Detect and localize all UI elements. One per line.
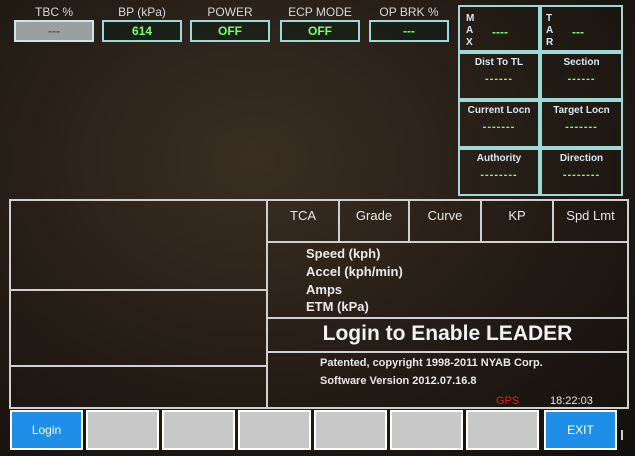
amps-label: Amps (306, 282, 343, 297)
clock-time: 18:22:03 (550, 395, 593, 407)
direction-value: -------- (562, 169, 601, 181)
header-grade: Grade (340, 201, 410, 241)
gauge-value: --- (14, 20, 94, 42)
max-label: MAX (466, 13, 475, 48)
gauge-power: POWER OFF (190, 4, 270, 42)
target-locn-box: Target Locn ------- (540, 100, 623, 148)
header-kp: KP (482, 201, 554, 241)
max-value: ---- (492, 25, 508, 39)
readouts-panel: Speed (kph) Accel (kph/min) Amps ETM (kP… (266, 241, 629, 319)
softkey-4[interactable] (238, 410, 311, 450)
left-panel-top (9, 199, 268, 291)
gauge-label: TBC % (34, 5, 73, 19)
gauge-ecp-mode: ECP MODE OFF (280, 4, 360, 42)
current-locn-box: Current Locn ------- (458, 100, 540, 148)
header-tca: TCA (268, 201, 340, 241)
etm-label: ETM (kPa) (306, 299, 369, 314)
softkey-6[interactable] (390, 410, 463, 450)
accel-label: Accel (kph/min) (306, 264, 403, 279)
gauge-value: 614 (102, 20, 182, 42)
tar-box: TAR --- (540, 5, 623, 52)
authority-value: -------- (480, 169, 518, 181)
software-version: Software Version 2012.07.16.8 (320, 375, 477, 387)
gps-status: GPS (496, 395, 520, 407)
dist-to-tl-title: Dist To TL (474, 57, 524, 68)
copyright-panel: Patented, copyright 1998-2011 NYAB Corp.… (266, 351, 629, 409)
gauge-label: ECP MODE (288, 5, 352, 19)
dist-to-tl-value: ------ (485, 73, 513, 85)
login-button[interactable]: Login (10, 410, 83, 450)
header-curve: Curve (410, 201, 482, 241)
section-value: ------ (567, 73, 596, 85)
gauge-value: OFF (280, 20, 360, 42)
gauge-label: POWER (207, 5, 253, 19)
authority-box: Authority -------- (458, 148, 540, 196)
tar-label: TAR (546, 13, 554, 48)
gauge-label: OP BRK % (379, 5, 439, 19)
direction-box: Direction -------- (540, 148, 623, 196)
login-message-panel: Login to Enable LEADER (266, 317, 629, 353)
softkey-5[interactable] (314, 410, 387, 450)
current-locn-title: Current Locn (467, 105, 531, 116)
current-locn-value: ------- (482, 121, 516, 133)
tar-value: --- (572, 25, 584, 39)
display-screen: TBC % --- BP (kPa) 614 POWER OFF ECP MOD… (0, 0, 635, 456)
section-box: Section ------ (540, 52, 623, 100)
login-message: Login to Enable LEADER (322, 322, 573, 345)
gauge-value: OFF (190, 20, 270, 42)
track-header-row: TCA Grade Curve KP Spd Lmt (266, 199, 629, 243)
direction-title: Direction (559, 153, 604, 164)
speed-label: Speed (kph) (306, 246, 381, 261)
gauge-bp: BP (kPa) 614 (102, 4, 182, 42)
softkey-7[interactable] (466, 410, 539, 450)
gauge-value: --- (369, 20, 449, 42)
target-locn-title: Target Locn (553, 105, 610, 116)
dist-to-tl-box: Dist To TL ------ (458, 52, 540, 100)
exit-button[interactable]: EXIT (544, 410, 617, 450)
gauge-op-brk: OP BRK % --- (369, 4, 449, 42)
gauge-label: BP (kPa) (118, 5, 166, 19)
gauge-tbc: TBC % --- (14, 4, 94, 42)
softkey-2[interactable] (86, 410, 159, 450)
edge-marker (621, 430, 623, 440)
header-spd-lmt: Spd Lmt (566, 208, 615, 223)
section-title: Section (563, 57, 600, 68)
max-box: MAX ---- (458, 5, 540, 52)
target-locn-value: ------- (565, 121, 598, 133)
authority-title: Authority (476, 153, 522, 164)
left-panel-bottom (9, 365, 268, 409)
patent-text: Patented, copyright 1998-2011 NYAB Corp. (320, 357, 543, 369)
left-panel-middle (9, 289, 268, 367)
softkey-3[interactable] (162, 410, 235, 450)
